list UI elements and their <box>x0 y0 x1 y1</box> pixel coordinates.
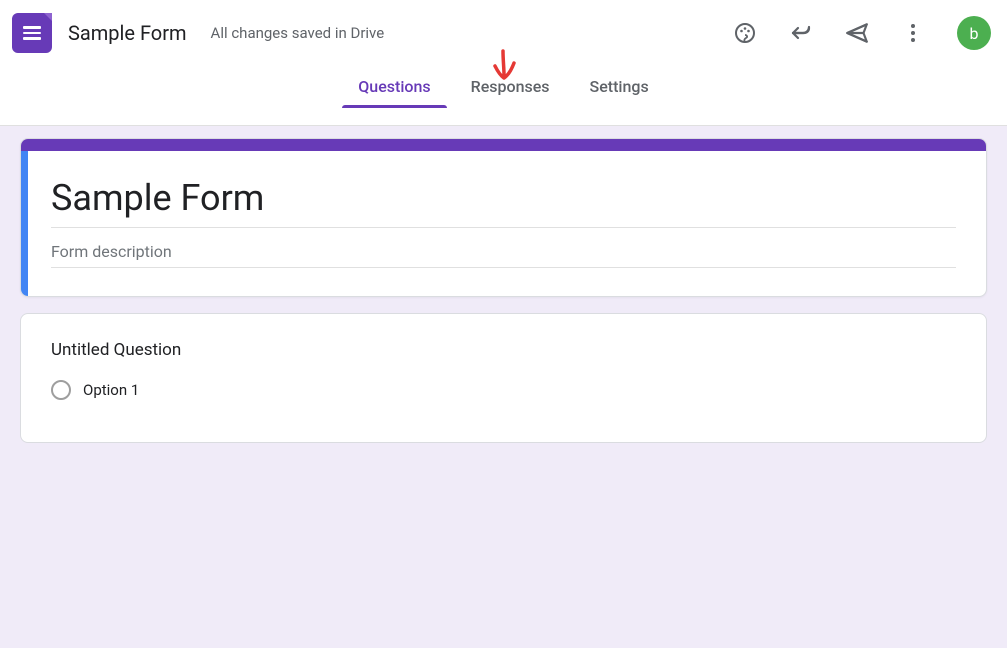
tab-settings[interactable]: Settings <box>586 67 653 108</box>
option-row: Option 1 <box>51 380 956 400</box>
app-header: Sample Form All changes saved in Drive <box>0 0 1007 126</box>
send-icon[interactable] <box>837 13 877 53</box>
form-title-input[interactable] <box>51 173 956 228</box>
form-header-active-indicator <box>21 151 28 296</box>
tab-questions[interactable]: Questions <box>354 67 434 108</box>
tabs-bar: Questions Responses Settings <box>0 64 1007 108</box>
tab-responses[interactable]: Responses <box>467 67 554 108</box>
account-avatar[interactable]: b <box>957 16 991 50</box>
radio-icon <box>51 380 71 400</box>
avatar-letter: b <box>970 24 979 43</box>
document-title[interactable]: Sample Form <box>68 21 187 45</box>
customize-theme-icon[interactable] <box>725 13 765 53</box>
forms-logo-icon[interactable] <box>12 13 52 53</box>
undo-icon[interactable] <box>781 13 821 53</box>
question-title[interactable]: Untitled Question <box>51 340 956 360</box>
save-status-text: All changes saved in Drive <box>211 24 385 42</box>
content-area: Untitled Question Option 1 <box>0 126 1007 455</box>
form-header-accent-bar <box>21 139 986 151</box>
option-label[interactable]: Option 1 <box>83 381 139 399</box>
form-header-card[interactable] <box>20 138 987 297</box>
more-options-icon[interactable] <box>893 13 933 53</box>
question-card[interactable]: Untitled Question Option 1 <box>20 313 987 443</box>
form-description-input[interactable] <box>51 228 956 268</box>
